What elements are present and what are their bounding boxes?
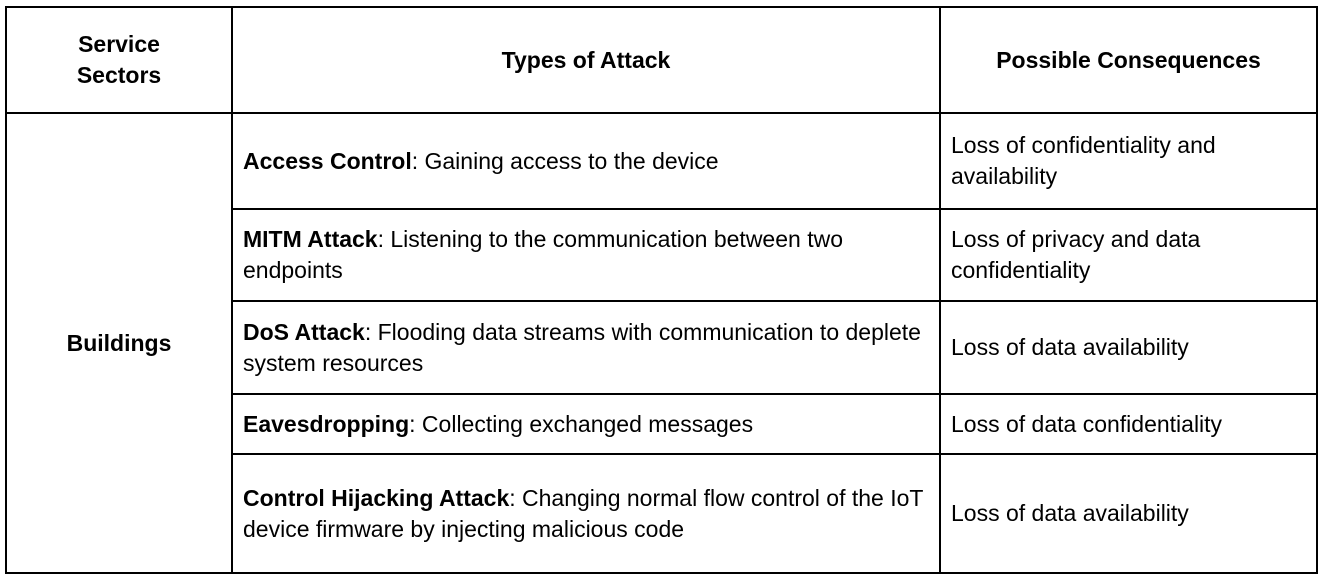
attack-description: : Collecting exchanged messages xyxy=(409,410,754,437)
table-header: Service Sectors Types of Attack Possible… xyxy=(5,6,1318,114)
attack-cell: MITM Attack: Listening to the communicat… xyxy=(231,208,941,302)
attack-name: DoS Attack xyxy=(243,318,365,345)
attack-name: Eavesdropping xyxy=(243,410,410,437)
table-body: Buildings Access Control: Gaining access… xyxy=(5,112,1318,574)
consequence-cell: Loss of privacy and data confidentiality xyxy=(939,208,1318,302)
sector-cell: Buildings xyxy=(5,112,233,574)
consequence-cell: Loss of data availability xyxy=(939,300,1318,395)
attack-cell: Access Control: Gaining access to the de… xyxy=(231,112,941,210)
header-service-sectors-line2: Sectors xyxy=(76,62,162,88)
attack-description: : Gaining access to the device xyxy=(411,147,719,174)
attack-cell: DoS Attack: Flooding data streams with c… xyxy=(231,300,941,395)
attack-name: MITM Attack xyxy=(243,226,378,252)
header-service-sectors-line1: Service xyxy=(78,31,160,57)
attack-cell: Control Hijacking Attack: Changing norma… xyxy=(231,453,941,574)
header-types-of-attack: Types of Attack xyxy=(231,6,941,114)
header-possible-consequences: Possible Consequences xyxy=(939,6,1318,114)
consequence-cell: Loss of data confidentiality xyxy=(939,393,1318,455)
attack-name: Control Hijacking Attack xyxy=(243,484,510,511)
attack-name: Access Control xyxy=(243,147,412,174)
attack-table: Service Sectors Types of Attack Possible… xyxy=(5,6,1318,574)
consequence-cell: Loss of data availability xyxy=(939,453,1318,574)
header-service-sectors: Service Sectors xyxy=(5,6,233,114)
table-row: Buildings Access Control: Gaining access… xyxy=(5,112,1318,574)
header-row: Service Sectors Types of Attack Possible… xyxy=(5,6,1318,114)
consequence-cell: Loss of confidentiality and availability xyxy=(939,112,1318,210)
attack-cell: Eavesdropping: Collecting exchanged mess… xyxy=(231,393,941,455)
